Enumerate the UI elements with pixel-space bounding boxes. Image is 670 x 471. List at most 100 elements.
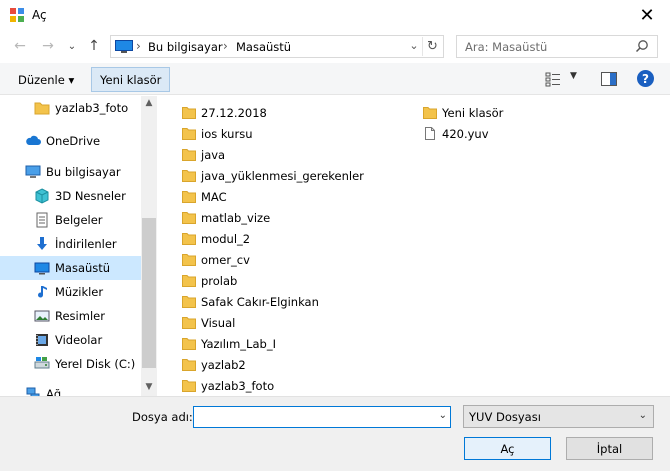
folder-icon bbox=[34, 102, 50, 115]
close-button[interactable]: ✕ bbox=[624, 0, 670, 30]
sidebar-item-label: Ağ bbox=[46, 387, 62, 396]
folder-icon bbox=[182, 212, 196, 224]
sidebar-item-yazlab3-foto[interactable]: yazlab3_foto bbox=[0, 96, 141, 120]
cancel-button[interactable]: İptal bbox=[566, 437, 653, 460]
file-name: yazlab2 bbox=[201, 357, 246, 372]
search-box[interactable]: Ara: Masaüstü bbox=[456, 35, 658, 58]
search-icon bbox=[635, 40, 648, 53]
forward-button[interactable]: → bbox=[38, 37, 58, 55]
filetype-value: YUV Dosyası bbox=[469, 410, 541, 424]
organize-button[interactable]: Düzenle ▾ bbox=[10, 67, 82, 92]
list-item[interactable]: matlab_vize bbox=[182, 207, 270, 228]
file-name: MAC bbox=[201, 189, 227, 204]
desktop-icon bbox=[115, 40, 133, 53]
sidebar-item-videos[interactable]: Videolar bbox=[0, 328, 141, 352]
filetype-select[interactable]: YUV Dosyası ⌄ bbox=[463, 405, 654, 428]
address-bar[interactable]: › Bu bilgisayar › Masaüstü ⌄ ↻ bbox=[110, 35, 444, 58]
up-arrow-icon: ↑ bbox=[88, 38, 100, 54]
list-item[interactable]: Yeni klasör bbox=[423, 102, 503, 123]
sidebar-item-label: Resimler bbox=[55, 309, 105, 323]
sidebar-item-pictures[interactable]: Resimler bbox=[0, 304, 141, 328]
sidebar-item-network[interactable]: Ağ bbox=[0, 382, 141, 396]
pictures-icon bbox=[34, 310, 50, 322]
list-item[interactable]: Yazılım_Lab_I bbox=[182, 333, 276, 354]
file-name: Safak Cakır-Elginkan bbox=[201, 294, 319, 309]
sidebar-item-3d-objects[interactable]: 3D Nesneler bbox=[0, 184, 141, 208]
sidebar-item-local-disk[interactable]: Yerel Disk (C:) bbox=[0, 352, 141, 376]
toolbar: Düzenle ▾ Yeni klasör ▼ ? bbox=[0, 63, 670, 95]
back-arrow-icon: ← bbox=[14, 38, 26, 54]
folder-icon bbox=[182, 128, 196, 140]
folder-icon bbox=[182, 170, 196, 182]
filename-input[interactable] bbox=[198, 409, 428, 425]
sidebar-item-label: Yerel Disk (C:) bbox=[55, 357, 136, 371]
list-item[interactable]: ios kursu bbox=[182, 123, 252, 144]
sidebar-item-label: İndirilenler bbox=[55, 237, 117, 251]
list-item[interactable]: prolab bbox=[182, 270, 237, 291]
folder-icon bbox=[182, 275, 196, 287]
list-item[interactable]: MAC bbox=[182, 186, 227, 207]
forward-arrow-icon: → bbox=[42, 38, 54, 54]
cube-icon bbox=[35, 188, 49, 204]
sidebar-item-label: Masaüstü bbox=[55, 261, 111, 275]
chevron-down-icon[interactable]: ⌄ bbox=[439, 410, 447, 421]
scroll-up-icon[interactable]: ▲ bbox=[141, 98, 157, 108]
sidebar-item-downloads[interactable]: İndirilenler bbox=[0, 232, 141, 256]
scrollbar-thumb[interactable] bbox=[142, 218, 156, 368]
chevron-down-icon: ⌄ bbox=[67, 40, 77, 52]
sidebar-item-label: Belgeler bbox=[55, 213, 103, 227]
view-options-icon[interactable] bbox=[545, 71, 561, 87]
navigation-pane-scrollbar[interactable]: ▲ ▼ bbox=[141, 96, 157, 396]
sidebar-item-label: yazlab3_foto bbox=[55, 101, 129, 115]
breadcrumb-this-pc[interactable]: Bu bilgisayar bbox=[148, 40, 223, 54]
file-name: 27.12.2018 bbox=[201, 105, 267, 120]
breadcrumb-separator: › bbox=[136, 39, 141, 53]
list-item[interactable]: Visual bbox=[182, 312, 235, 333]
window-title: Aç bbox=[32, 8, 47, 22]
folder-icon bbox=[423, 107, 437, 119]
help-icon[interactable]: ? bbox=[637, 70, 654, 87]
file-name: matlab_vize bbox=[201, 210, 271, 225]
disk-icon bbox=[34, 357, 50, 369]
list-item[interactable]: 27.12.2018 bbox=[182, 102, 267, 123]
list-item[interactable]: java bbox=[182, 144, 225, 165]
computer-icon bbox=[25, 165, 41, 178]
recent-locations-button[interactable]: ⌄ bbox=[62, 37, 82, 55]
view-dropdown-icon[interactable]: ▼ bbox=[570, 71, 577, 81]
sidebar-item-label: 3D Nesneler bbox=[55, 189, 126, 203]
back-button[interactable]: ← bbox=[10, 37, 30, 55]
sidebar-item-this-pc[interactable]: Bu bilgisayar bbox=[0, 160, 141, 184]
address-dropdown-button[interactable]: ⌄ bbox=[407, 39, 421, 52]
folder-icon bbox=[182, 149, 196, 161]
scroll-down-icon[interactable]: ▼ bbox=[141, 382, 157, 392]
sidebar-item-music[interactable]: Müzikler bbox=[0, 280, 141, 304]
document-icon bbox=[36, 212, 48, 228]
refresh-button[interactable]: ↻ bbox=[422, 37, 442, 56]
new-folder-button[interactable]: Yeni klasör bbox=[91, 67, 171, 92]
sidebar-item-onedrive[interactable]: OneDrive bbox=[0, 129, 141, 153]
sidebar-item-desktop[interactable]: Masaüstü bbox=[0, 256, 141, 280]
music-icon bbox=[38, 286, 47, 298]
file-name: 420.yuv bbox=[442, 126, 489, 141]
preview-pane-icon[interactable] bbox=[601, 72, 617, 86]
list-item[interactable]: java_yüklenmesi_gerekenler bbox=[182, 165, 364, 186]
list-item[interactable]: yazlab3_foto bbox=[182, 375, 274, 396]
navigation-pane: yazlab3_foto OneDrive Bu bilgisayar 3D N… bbox=[0, 96, 157, 396]
list-item[interactable]: Safak Cakır-Elginkan bbox=[182, 291, 319, 312]
close-icon: ✕ bbox=[639, 4, 655, 26]
folder-icon bbox=[182, 317, 196, 329]
list-item[interactable]: omer_cv bbox=[182, 249, 250, 270]
up-button[interactable]: ↑ bbox=[84, 37, 104, 55]
search-placeholder: Ara: Masaüstü bbox=[465, 40, 548, 54]
breadcrumb-desktop[interactable]: Masaüstü bbox=[236, 40, 291, 54]
download-icon bbox=[37, 237, 47, 250]
sidebar-item-label: Müzikler bbox=[55, 285, 104, 299]
file-name: Yazılım_Lab_I bbox=[201, 336, 276, 351]
filename-combobox[interactable]: ⌄ bbox=[193, 406, 451, 428]
open-button[interactable]: Aç bbox=[464, 437, 551, 460]
list-item[interactable]: yazlab2 bbox=[182, 354, 246, 375]
chevron-down-icon: ⌄ bbox=[638, 410, 647, 421]
list-item[interactable]: modul_2 bbox=[182, 228, 250, 249]
list-item[interactable]: 420.yuv bbox=[423, 123, 489, 144]
sidebar-item-documents[interactable]: Belgeler bbox=[0, 208, 141, 232]
